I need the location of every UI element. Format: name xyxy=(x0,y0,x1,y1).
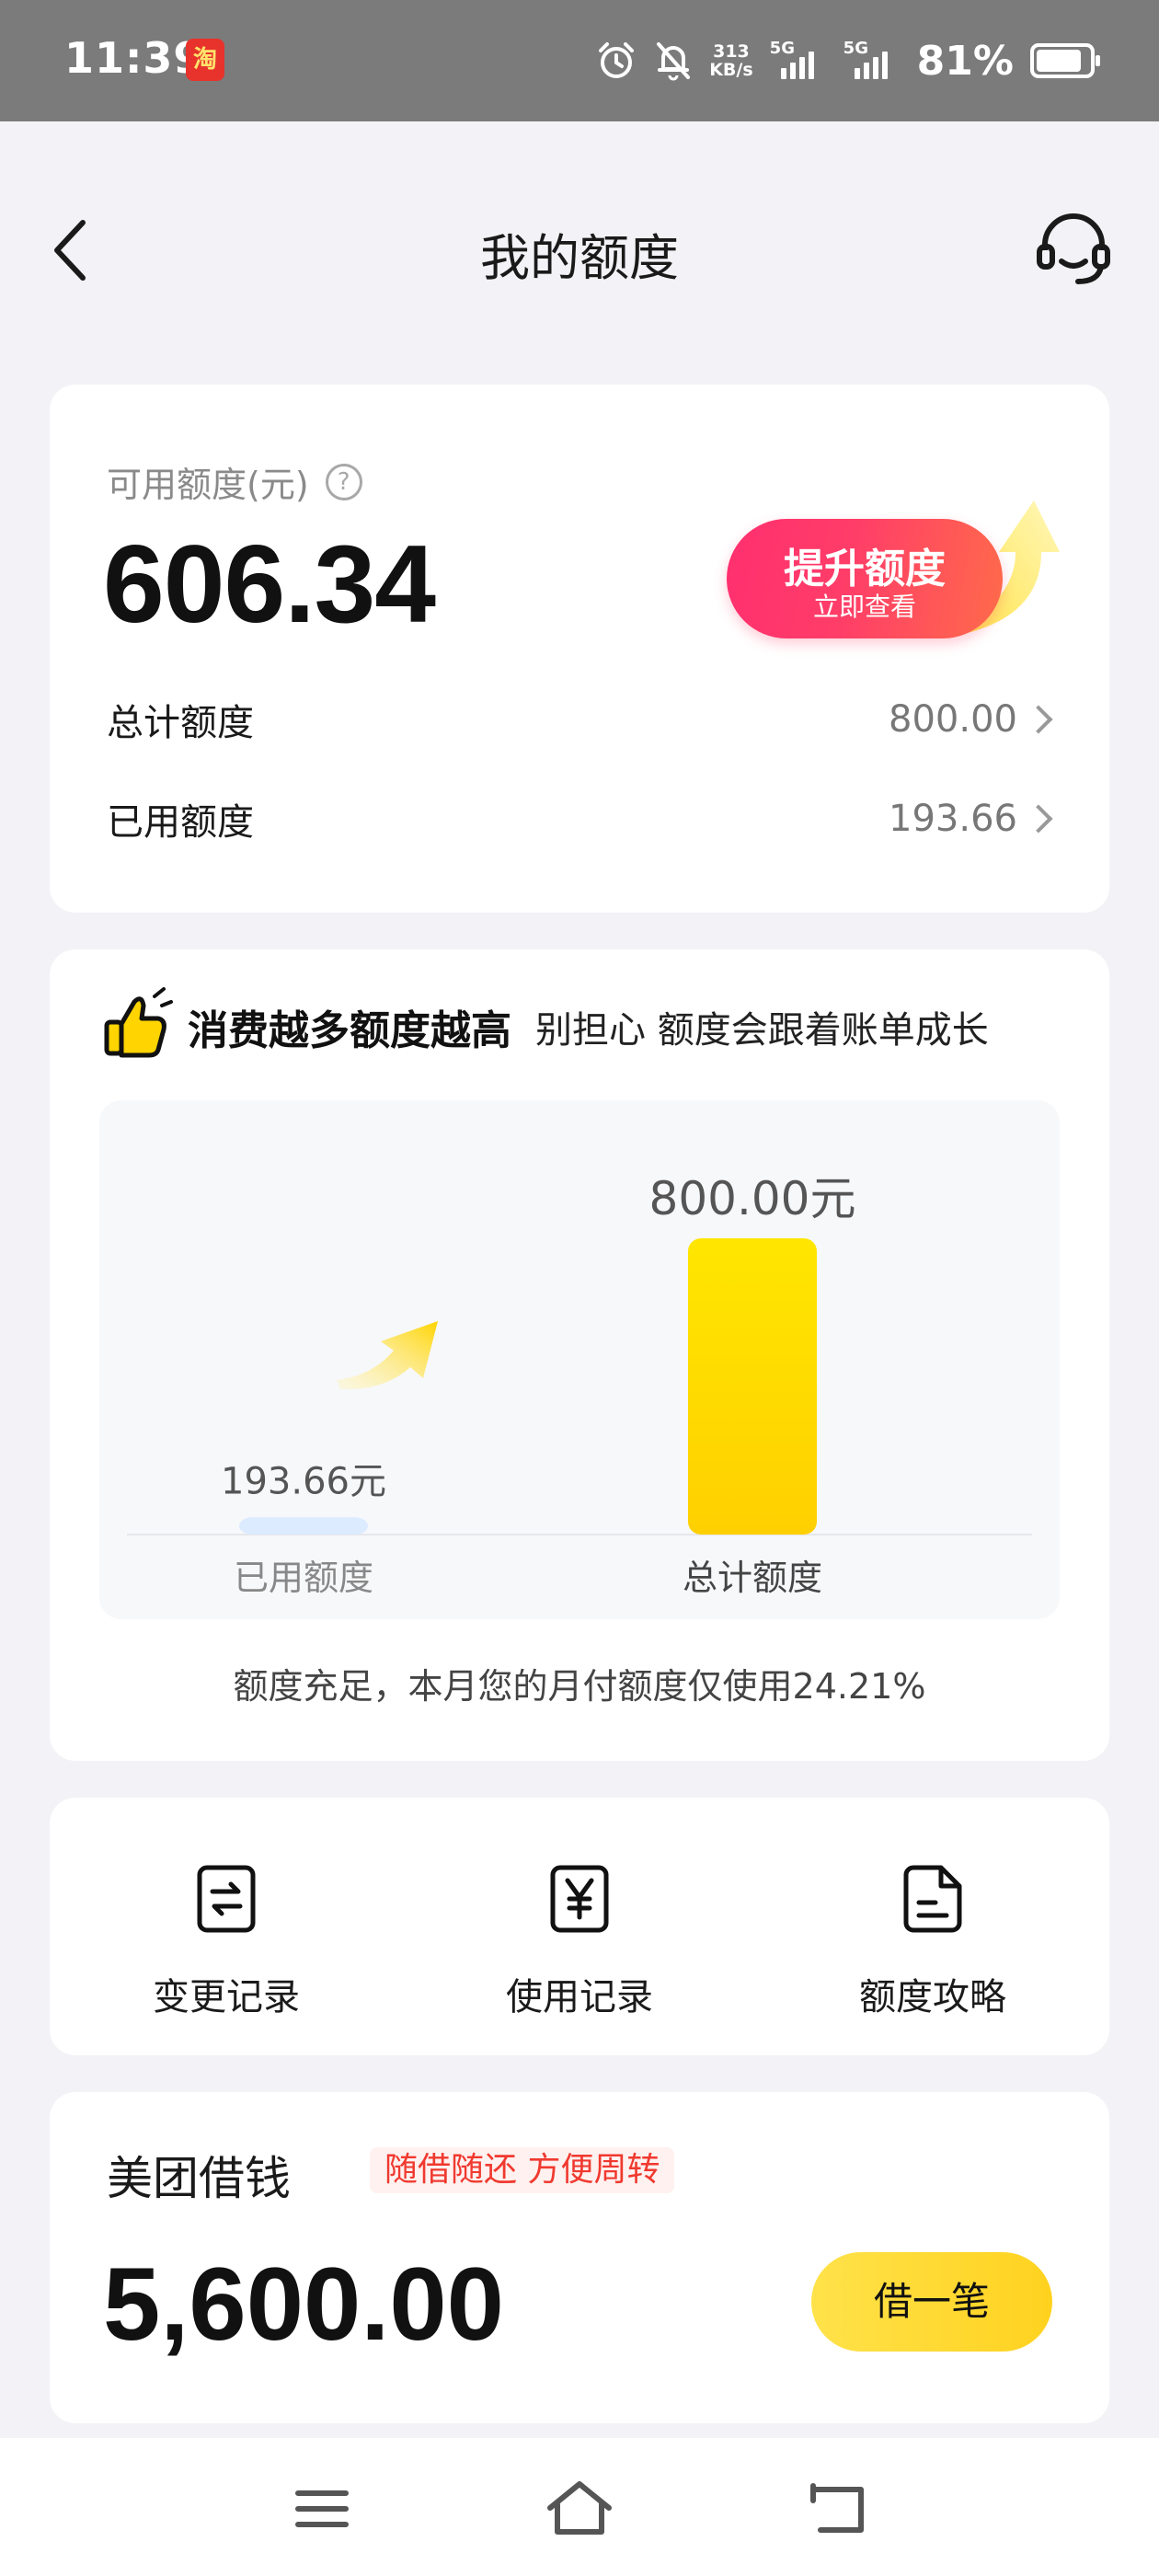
bar-value-label: 193.66元 xyxy=(221,1460,386,1502)
loan-badge: 随借随还 方便周转 xyxy=(370,2147,675,2193)
status-right-group: 313 KB/s 5G 5G 81% xyxy=(595,33,1100,88)
mute-bell-icon xyxy=(657,42,691,81)
used-quota-row[interactable]: 已用额度 193.66 xyxy=(107,791,1058,846)
chevron-right-icon xyxy=(1024,705,1053,734)
usage-note: 额度充足，本月您的月付额度仅使用24.21% xyxy=(233,1666,926,1707)
back-nav-icon[interactable] xyxy=(800,2477,874,2541)
change-record-action[interactable]: 变更记录 xyxy=(50,1798,403,2055)
category-label: 总计额度 xyxy=(683,1558,822,1598)
loan-title: 美团借钱 xyxy=(107,2152,291,2205)
quota-growth-card: 消费越多额度越高 别担心 额度会跟着账单成长 193.66元 已用额度 800.00… xyxy=(50,949,1109,1761)
status-bar: 11:39 淘 313 KB/s 5G 5G 81% xyxy=(0,0,1159,121)
total-quota-value: 800.00 xyxy=(889,698,1017,741)
page-header: 我的额度 xyxy=(0,121,1159,379)
total-quota-row[interactable]: 总计额度 800.00 xyxy=(107,692,1058,747)
bar-used xyxy=(239,1517,368,1535)
yuan-doc-icon xyxy=(550,1865,609,1933)
exchange-doc-icon xyxy=(197,1865,256,1933)
help-icon[interactable]: ? xyxy=(325,463,362,500)
status-time: 11:39 xyxy=(64,33,204,83)
growth-arrow-icon xyxy=(337,1321,438,1390)
taobao-app-icon: 淘 xyxy=(186,39,224,81)
quick-actions-card: 变更记录 使用记录 额度攻略 xyxy=(50,1798,1109,2055)
battery-percent: 81% xyxy=(916,37,1014,85)
borrow-button[interactable]: 借一笔 xyxy=(811,2252,1052,2352)
meituan-loan-card[interactable]: 美团借钱 随借随还 方便周转 5,600.00 借一笔 xyxy=(50,2092,1109,2423)
page-title: 我的额度 xyxy=(480,229,679,287)
growth-heading: 消费越多额度越高 别担心 额度会跟着账单成长 xyxy=(101,981,989,1073)
loan-amount: 5,600.00 xyxy=(103,2247,504,2362)
battery-icon xyxy=(1030,43,1100,78)
quota-guide-action[interactable]: 额度攻略 xyxy=(756,1798,1109,2055)
bar-value-label: 800.00元 xyxy=(649,1172,856,1225)
category-label: 已用额度 xyxy=(234,1558,373,1598)
signal-icon-2: 5G xyxy=(843,39,901,79)
home-icon[interactable] xyxy=(543,2477,616,2541)
raise-quota-title[interactable]: 提升额度 xyxy=(727,535,1003,594)
available-amount: 606.34 xyxy=(103,523,436,646)
customer-service-icon[interactable] xyxy=(1032,210,1115,287)
growth-description: 别担心 额度会跟着账单成长 xyxy=(535,1009,989,1052)
alarm-icon xyxy=(599,42,635,78)
net-speed: 313 KB/s xyxy=(709,41,753,80)
growth-title: 消费越多额度越高 xyxy=(188,1007,511,1054)
chevron-right-icon xyxy=(1024,804,1053,834)
guide-doc-icon xyxy=(903,1865,962,1933)
signal-icon: 5G xyxy=(770,39,827,79)
quota-bar-chart: 193.66元 已用额度 800.00元总计额度 xyxy=(99,1100,1060,1619)
usage-record-action[interactable]: 使用记录 xyxy=(403,1798,756,2055)
menu-icon[interactable] xyxy=(285,2477,359,2541)
used-quota-value: 193.66 xyxy=(889,798,1017,840)
raise-quota-subtitle[interactable]: 立即查看 xyxy=(727,587,1003,624)
thumbs-up-icon xyxy=(104,987,173,1058)
quota-card: 可用额度(元) ? 606.34 提升额度 立即查看 总计额度 800.00 已… xyxy=(50,385,1109,913)
available-quota-label: 可用额度(元) ? xyxy=(107,456,362,507)
bar-total xyxy=(688,1238,817,1535)
chart-svg: 193.66元已用额度 800.00元总计额度 xyxy=(127,1172,1032,1598)
system-nav-bar xyxy=(0,2438,1159,2576)
